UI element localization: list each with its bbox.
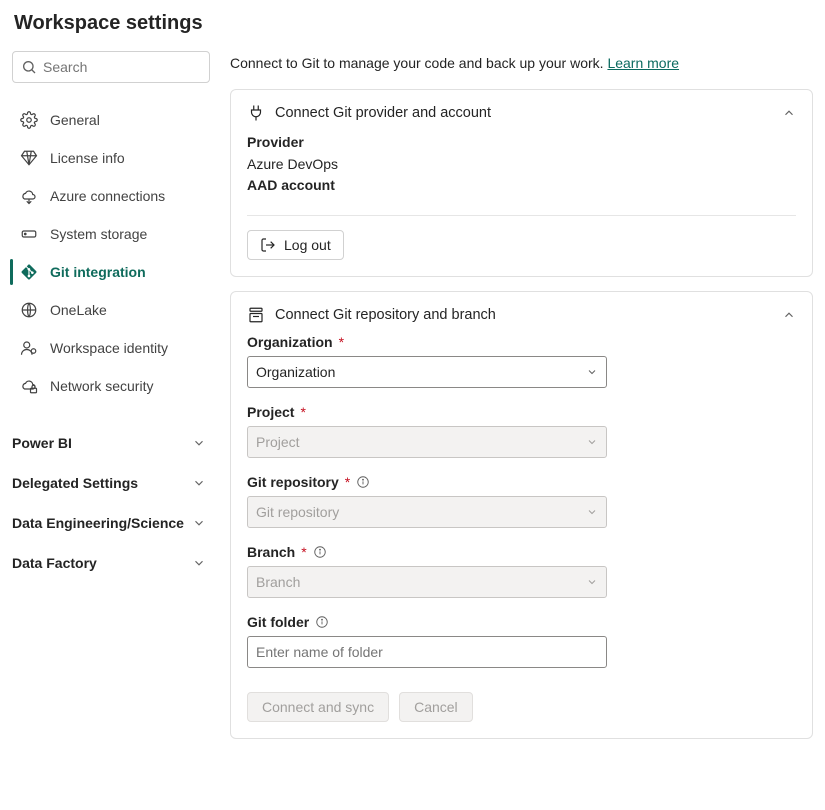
section-data-eng[interactable]: Data Engineering/Science: [12, 503, 210, 543]
identity-icon: [20, 339, 38, 357]
provider-value: Azure DevOps: [247, 156, 338, 172]
section-label: Power BI: [12, 435, 72, 451]
sidebar-item-label: License info: [50, 150, 125, 166]
storage-icon: [20, 225, 38, 243]
sidebar-item-label: Git integration: [50, 264, 146, 280]
organization-select[interactable]: Organization: [247, 356, 607, 388]
info-icon[interactable]: [356, 475, 370, 489]
project-label: Project: [247, 404, 294, 420]
card-git-repo: Connect Git repository and branch Organi…: [230, 291, 813, 739]
page-title: Workspace settings: [0, 0, 825, 51]
repo-label: Git repository: [247, 474, 339, 490]
globe-icon: [20, 301, 38, 319]
chevron-down-icon: [192, 516, 206, 530]
search-field[interactable]: [12, 51, 210, 83]
project-select: Project: [247, 426, 607, 458]
sidebar-item-label: OneLake: [50, 302, 107, 318]
main-content: Connect to Git to manage your code and b…: [230, 51, 813, 753]
search-icon: [21, 59, 37, 75]
sidebar-item-label: System storage: [50, 226, 147, 242]
provider-info: Provider Azure DevOps AAD account: [247, 132, 796, 197]
org-label: Organization: [247, 334, 333, 350]
chevron-down-icon: [586, 506, 598, 518]
field-folder: Git folder: [247, 614, 796, 668]
sidebar-item-onelake[interactable]: OneLake: [12, 291, 210, 329]
folder-input-wrap[interactable]: [247, 636, 607, 668]
chevron-down-icon: [192, 556, 206, 570]
folder-label: Git folder: [247, 614, 309, 630]
sidebar-item-identity[interactable]: Workspace identity: [12, 329, 210, 367]
sidebar-nav: General License info Azure connections S…: [12, 101, 210, 405]
branch-label: Branch: [247, 544, 295, 560]
chevron-down-icon: [192, 476, 206, 490]
required-marker: *: [301, 544, 306, 560]
card-header[interactable]: Connect Git provider and account: [231, 90, 812, 132]
field-branch: Branch * Branch: [247, 544, 796, 598]
cloud-lock-icon: [20, 377, 38, 395]
plug-icon: [247, 104, 265, 122]
select-placeholder: Branch: [256, 574, 300, 590]
chevron-up-icon: [782, 308, 796, 322]
section-label: Delegated Settings: [12, 475, 138, 491]
sidebar-item-general[interactable]: General: [12, 101, 210, 139]
info-icon[interactable]: [313, 545, 327, 559]
card-git-provider: Connect Git provider and account Provide…: [230, 89, 813, 277]
logout-label: Log out: [284, 237, 331, 253]
chevron-down-icon: [192, 436, 206, 450]
sidebar-item-git[interactable]: Git integration: [12, 253, 210, 291]
chevron-up-icon: [782, 106, 796, 120]
intro-body: Connect to Git to manage your code and b…: [230, 55, 607, 71]
select-placeholder: Project: [256, 434, 300, 450]
card-title: Connect Git repository and branch: [275, 307, 496, 323]
section-label: Data Factory: [12, 555, 97, 571]
cancel-button: Cancel: [399, 692, 473, 722]
diamond-icon: [20, 149, 38, 167]
chevron-down-icon: [586, 436, 598, 448]
section-label: Data Engineering/Science: [12, 515, 184, 531]
select-placeholder: Git repository: [256, 504, 339, 520]
section-power-bi[interactable]: Power BI: [12, 423, 210, 463]
sidebar-item-label: Workspace identity: [50, 340, 168, 356]
field-project: Project * Project: [247, 404, 796, 458]
search-input[interactable]: [43, 59, 201, 75]
required-marker: *: [300, 404, 305, 420]
section-delegated[interactable]: Delegated Settings: [12, 463, 210, 503]
info-icon[interactable]: [315, 615, 329, 629]
sidebar-item-label: Network security: [50, 378, 153, 394]
section-data-factory[interactable]: Data Factory: [12, 543, 210, 583]
learn-more-link[interactable]: Learn more: [607, 55, 679, 71]
sidebar-item-label: General: [50, 112, 100, 128]
branch-select: Branch: [247, 566, 607, 598]
sidebar-item-license[interactable]: License info: [12, 139, 210, 177]
logout-button[interactable]: Log out: [247, 230, 344, 260]
git-icon: [20, 263, 38, 281]
repo-select: Git repository: [247, 496, 607, 528]
sidebar-item-label: Azure connections: [50, 188, 165, 204]
sidebar: General License info Azure connections S…: [12, 51, 210, 753]
folder-input[interactable]: [256, 644, 598, 660]
aad-label: AAD account: [247, 177, 335, 193]
card-title: Connect Git provider and account: [275, 105, 491, 121]
select-value: Organization: [256, 364, 335, 380]
chevron-down-icon: [586, 366, 598, 378]
connect-sync-button: Connect and sync: [247, 692, 389, 722]
divider: [247, 215, 796, 216]
chevron-down-icon: [586, 576, 598, 588]
sidebar-item-network[interactable]: Network security: [12, 367, 210, 405]
required-marker: *: [345, 474, 350, 490]
logout-icon: [260, 237, 276, 253]
repo-icon: [247, 306, 265, 324]
field-organization: Organization * Organization: [247, 334, 796, 388]
sidebar-item-azure[interactable]: Azure connections: [12, 177, 210, 215]
intro-text: Connect to Git to manage your code and b…: [230, 51, 813, 71]
required-marker: *: [339, 334, 344, 350]
provider-label: Provider: [247, 134, 304, 150]
card-header[interactable]: Connect Git repository and branch: [231, 292, 812, 334]
gear-icon: [20, 111, 38, 129]
field-repo: Git repository * Git repository: [247, 474, 796, 528]
sidebar-item-storage[interactable]: System storage: [12, 215, 210, 253]
cloud-sync-icon: [20, 187, 38, 205]
